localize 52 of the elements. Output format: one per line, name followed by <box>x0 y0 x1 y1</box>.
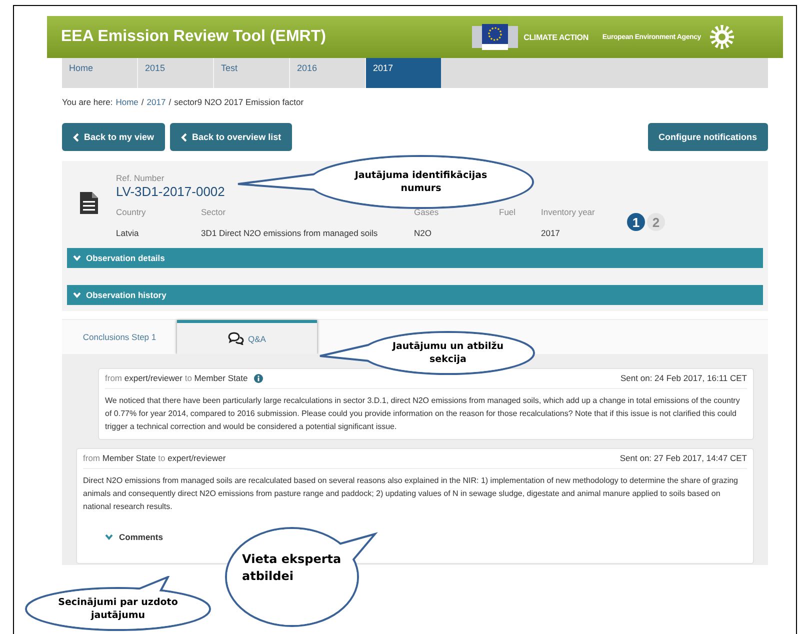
document-icon <box>80 192 98 214</box>
app-title: EEA Emission Review Tool (EMRT) <box>61 28 326 46</box>
nav-tab[interactable]: Test <box>214 58 290 88</box>
field-label: Gases <box>414 207 440 217</box>
tab[interactable]: Q&A <box>177 320 317 354</box>
field-value: Latvia <box>116 228 140 238</box>
callout-text: Secinājumi par uzdoto jautājumu <box>57 596 179 622</box>
message-route: from expert/reviewer to Member State <box>105 373 248 383</box>
sent-date: Sent on: 24 Feb 2017, 16:11 CET <box>620 373 747 383</box>
comments-toggle[interactable]: Comments <box>99 531 169 543</box>
breadcrumb-current: sector9 N2O 2017 Emission factor <box>174 97 304 107</box>
eu-flag-icon <box>472 24 518 50</box>
field-value: N2O <box>414 228 432 238</box>
callout-text: Jautājuma identifikācijas numurs <box>353 169 488 195</box>
field-value: 2017 <box>541 228 561 238</box>
breadcrumb-separator: / <box>168 97 172 107</box>
chevron-down-icon <box>73 255 81 261</box>
message-text: Direct N2O emissions from managed soils are recalculated based on several reasons also explained in the NIR: 1) implementation of new methodology to determine the share of grazing animals and consequently direct N2O emissions from pasture range and paddock; 2) updating values of N in sewage sludge, digestate and animal manure applied to soils based on national research results. <box>83 475 740 513</box>
field-label: Country <box>116 207 147 217</box>
chat-bubbles-icon <box>228 332 244 345</box>
tab[interactable]: Conclusions Step 1 <box>62 320 177 354</box>
climate-action-label: CLIMATE ACTION <box>524 32 588 42</box>
sent-date: Sent on: 27 Feb 2017, 14:47 CET <box>620 453 747 463</box>
breadcrumb-link[interactable]: Home <box>116 97 138 107</box>
back-button[interactable]: Back to my view <box>62 123 166 151</box>
accordion-header[interactable]: Observation details <box>67 248 763 268</box>
field-label: Fuel <box>499 207 517 217</box>
message-route: from Member State to expert/reviewer <box>83 453 226 463</box>
callout-text: Jautājumu un atbilžu sekcija <box>391 340 505 366</box>
chevron-left-icon <box>181 132 188 142</box>
notifications-button[interactable]: Configure notifications <box>648 123 768 151</box>
nav-tab[interactable]: Home <box>62 58 138 88</box>
chevron-down-icon <box>73 292 81 298</box>
field-value: 3D1 Direct N2O emissions from managed soils <box>201 228 379 238</box>
chevron-down-icon <box>105 534 113 540</box>
nav-tab[interactable]: 2017 <box>366 58 441 88</box>
step-indicator: 1 <box>627 213 645 231</box>
breadcrumb-label: You are here: <box>62 97 113 107</box>
callout-text: Vieta eksperta atbildei <box>242 551 342 585</box>
field-label: Sector <box>201 207 227 217</box>
breadcrumb-link[interactable]: 2017 <box>146 97 166 107</box>
breadcrumb-separator: / <box>141 97 144 107</box>
chevron-left-icon <box>73 132 79 142</box>
field-label: Inventory year <box>541 207 596 217</box>
sun-logo-icon <box>709 24 735 50</box>
accordion-header[interactable]: Observation history <box>67 285 763 305</box>
ref-number-label: Ref. Number <box>116 173 164 183</box>
step-indicator: 2 <box>647 213 665 231</box>
back-button[interactable]: Back to overview list <box>170 123 292 151</box>
ref-number: LV-3D1-2017-0002 <box>116 184 225 199</box>
nav-tab[interactable]: 2015 <box>138 58 214 88</box>
message-text: We noticed that there have been particularly large recalculations in sector 3.D.1, direct N2O emissions from managed soils, which add up a change in total emissions of the country of 0.77% for year 2014, compared to 2016 submission. Please could you provide information on the reason for those recalculations? Note that if this issue is not clarified this could trigger a technical correction and would be considered a potential significant issue. <box>105 395 741 433</box>
